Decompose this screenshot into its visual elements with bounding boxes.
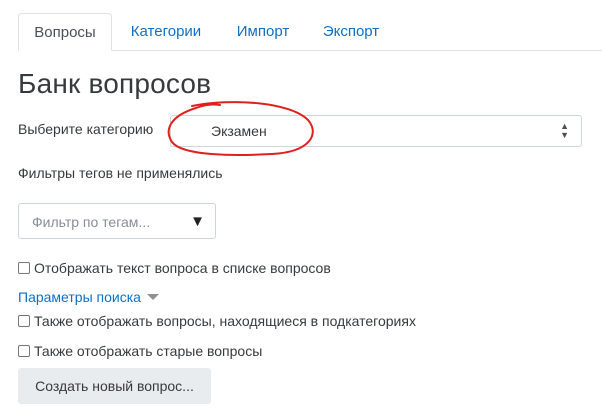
page-title: Банк вопросов: [18, 68, 212, 99]
show-old-questions-label: Также отображать старые вопросы: [34, 343, 263, 359]
search-params-label: Параметры поиска: [18, 289, 141, 305]
tag-filter-placeholder: Фильтр по тегам...: [32, 214, 151, 230]
tag-filter-status: Фильтры тегов не применялись: [18, 165, 223, 181]
tab-bar: Вопросы Категории Импорт Экспорт: [0, 0, 602, 51]
category-select[interactable]: Экзамен ▲ ▼: [170, 115, 582, 147]
include-subcategories-checkbox[interactable]: [18, 315, 30, 327]
select-arrows-icon: ▲ ▼: [560, 121, 569, 140]
category-selected-value: Экзамен: [211, 123, 267, 139]
include-subcategories-option[interactable]: Также отображать вопросы, находящиеся в …: [18, 313, 416, 329]
show-question-text-label: Отображать текст вопроса в списке вопрос…: [34, 260, 331, 276]
tab-questions[interactable]: Вопросы: [18, 13, 112, 51]
tab-categories[interactable]: Категории: [120, 13, 212, 50]
caret-down-icon: [146, 294, 159, 300]
tag-filter-input[interactable]: Фильтр по тегам... ▼: [18, 203, 216, 239]
include-subcategories-label: Также отображать вопросы, находящиеся в …: [34, 313, 416, 329]
show-question-text-checkbox[interactable]: [18, 262, 30, 274]
show-old-questions-option[interactable]: Также отображать старые вопросы: [18, 343, 262, 359]
category-label: Выберите категорию: [18, 121, 154, 137]
dropdown-triangle-icon[interactable]: ▼: [190, 213, 205, 230]
tab-import[interactable]: Импорт: [224, 13, 302, 50]
search-params-toggle[interactable]: Параметры поиска: [18, 289, 159, 305]
tab-export[interactable]: Экспорт: [312, 13, 390, 50]
show-question-text-option[interactable]: Отображать текст вопроса в списке вопрос…: [18, 260, 331, 276]
create-question-button[interactable]: Создать новый вопрос...: [18, 368, 211, 404]
show-old-questions-checkbox[interactable]: [18, 345, 30, 357]
